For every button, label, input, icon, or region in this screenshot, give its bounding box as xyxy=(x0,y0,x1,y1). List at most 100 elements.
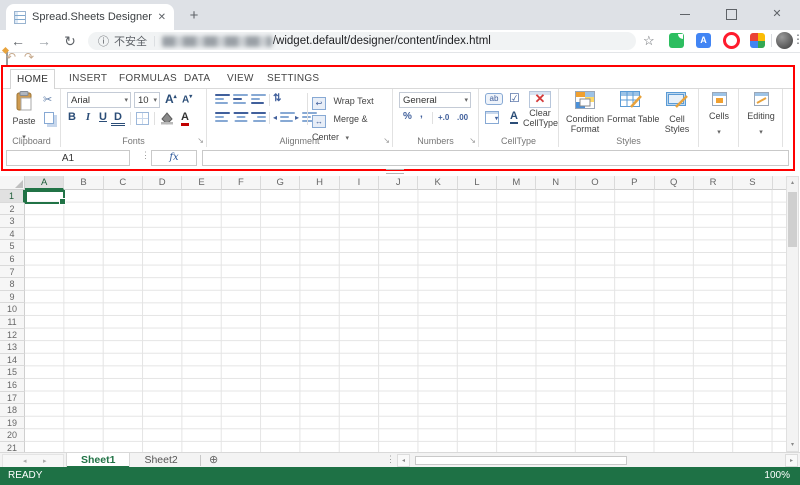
ribbon-tab-data[interactable]: DATA xyxy=(178,69,216,88)
condition-format-button[interactable]: Condition Format xyxy=(563,91,607,134)
row-header-11[interactable]: 11 xyxy=(0,316,25,329)
number-format-select[interactable]: General ▾ xyxy=(399,92,471,108)
hyperlink-celltype-icon[interactable]: A xyxy=(510,110,518,124)
decrease-decimal-button[interactable]: .00 xyxy=(457,113,468,122)
bookmark-star-icon[interactable]: ☆ xyxy=(643,33,655,49)
sheet-tab-sheet2[interactable]: Sheet2 xyxy=(130,453,191,468)
column-header-H[interactable]: H xyxy=(300,176,339,190)
fill-handle[interactable] xyxy=(59,198,66,205)
sheetbar-splitter-icon[interactable]: ⋮ xyxy=(386,454,395,465)
combobox-celltype-icon[interactable]: ▾ xyxy=(485,111,499,124)
ribbon-tab-home[interactable]: HOME xyxy=(10,69,55,89)
ribbon-tab-settings[interactable]: SETTINGS xyxy=(261,69,325,88)
redo-button[interactable]: ↷ xyxy=(24,51,34,63)
row-header-18[interactable]: 18 xyxy=(0,404,25,417)
vertical-scrollbar[interactable]: ▴ ▾ xyxy=(786,176,799,452)
select-all-corner[interactable] xyxy=(0,176,25,190)
ribbon-tab-view[interactable]: VIEW xyxy=(221,69,260,88)
column-header-I[interactable]: I xyxy=(340,176,379,190)
column-header-M[interactable]: M xyxy=(497,176,536,190)
new-tab-button[interactable]: + xyxy=(186,7,202,24)
underline-button[interactable]: U xyxy=(96,111,110,123)
scroll-down-icon[interactable]: ▾ xyxy=(787,439,798,451)
row-header-6[interactable]: 6 xyxy=(0,253,25,266)
reload-button[interactable]: ↻ xyxy=(60,31,80,51)
comma-style-button[interactable]: , xyxy=(420,109,423,120)
window-minimize-button[interactable] xyxy=(662,0,708,28)
row-header-3[interactable]: 3 xyxy=(0,215,25,228)
scroll-up-icon[interactable]: ▴ xyxy=(787,177,798,189)
column-header-L[interactable]: L xyxy=(458,176,497,190)
percent-style-button[interactable]: % xyxy=(403,111,412,122)
increase-decimal-button[interactable]: +.0 xyxy=(438,113,449,122)
row-header-2[interactable]: 2 xyxy=(0,203,25,216)
decrease-font-button[interactable]: A▾ xyxy=(182,93,192,105)
fonts-dialog-launcher-icon[interactable]: ↘ xyxy=(197,136,204,145)
alignment-dialog-launcher-icon[interactable]: ↘ xyxy=(383,136,390,145)
row-header-5[interactable]: 5 xyxy=(0,240,25,253)
row-header-15[interactable]: 15 xyxy=(0,366,25,379)
column-header-T[interactable]: T xyxy=(773,176,786,190)
editing-button[interactable]: Editing ▾ xyxy=(739,92,783,139)
italic-button[interactable]: I xyxy=(81,111,95,123)
sheet-tab-sheet1[interactable]: Sheet1 xyxy=(66,453,130,468)
add-sheet-button[interactable]: ⊕ xyxy=(209,453,218,468)
column-header-A[interactable]: A xyxy=(25,176,64,190)
address-bar[interactable]: ⓘ 不安全 | /widget.default/designer/content… xyxy=(88,32,636,50)
font-size-select[interactable]: 10 ▾ xyxy=(134,92,160,108)
row-header-21[interactable]: 21 xyxy=(0,442,25,452)
row-header-16[interactable]: 16 xyxy=(0,379,25,392)
row-header-14[interactable]: 14 xyxy=(0,354,25,367)
row-header-4[interactable]: 4 xyxy=(0,228,25,241)
row-header-17[interactable]: 17 xyxy=(0,392,25,405)
format-table-button[interactable]: Format Table xyxy=(607,91,655,124)
cells-button[interactable]: Cells ▾ xyxy=(699,92,739,139)
row-header-10[interactable]: 10 xyxy=(0,303,25,316)
row-header-1[interactable]: 1 xyxy=(0,190,25,203)
undo-button[interactable]: ↶ xyxy=(6,51,16,63)
cell-styles-button[interactable]: Cell Styles xyxy=(657,91,697,134)
ribbon-tab-insert[interactable]: INSERT xyxy=(63,69,113,88)
align-bottom-button[interactable] xyxy=(251,94,266,105)
fill-color-button[interactable] xyxy=(159,111,174,125)
column-header-B[interactable]: B xyxy=(64,176,103,190)
align-right-button[interactable] xyxy=(251,112,266,123)
row-header-20[interactable]: 20 xyxy=(0,429,25,442)
cut-icon[interactable]: ✂ xyxy=(43,93,52,106)
align-middle-button[interactable] xyxy=(233,94,248,105)
back-button[interactable]: ← xyxy=(8,31,28,51)
info-icon[interactable]: ⓘ xyxy=(98,33,109,49)
row-header-19[interactable]: 19 xyxy=(0,417,25,430)
column-header-D[interactable]: D xyxy=(143,176,182,190)
column-header-F[interactable]: F xyxy=(222,176,261,190)
row-header-7[interactable]: 7 xyxy=(0,266,25,279)
fx-button[interactable]: fx xyxy=(151,150,197,166)
evernote-extension-icon[interactable] xyxy=(669,33,684,48)
text-orientation-button[interactable]: ⇅ xyxy=(273,93,281,104)
column-header-E[interactable]: E xyxy=(182,176,221,190)
ribbon-tab-formulas[interactable]: FORMULAS xyxy=(113,69,183,88)
row-header-9[interactable]: 9 xyxy=(0,291,25,304)
name-box[interactable] xyxy=(6,150,130,166)
align-center-button[interactable] xyxy=(233,112,248,123)
scroll-left-icon[interactable]: ◂ xyxy=(397,454,410,467)
column-header-O[interactable]: O xyxy=(576,176,615,190)
checkbox-celltype-icon[interactable]: ☑ xyxy=(509,91,520,105)
translate-extension-icon[interactable]: A xyxy=(696,33,711,48)
window-close-button[interactable]: ✕ xyxy=(754,0,800,28)
wrap-text-button[interactable]: ↩ Wrap Text xyxy=(312,93,374,111)
profile-avatar[interactable] xyxy=(776,32,793,49)
column-header-J[interactable]: J xyxy=(379,176,418,190)
align-left-button[interactable] xyxy=(215,112,230,123)
button-celltype-icon[interactable]: ab xyxy=(485,93,503,105)
extension-icon[interactable] xyxy=(750,33,765,48)
increase-font-button[interactable]: A▴ xyxy=(165,92,177,106)
name-box-splitter-icon[interactable]: ⋮ xyxy=(141,150,150,161)
align-top-button[interactable] xyxy=(215,94,230,105)
column-header-K[interactable]: K xyxy=(418,176,457,190)
copy-icon[interactable] xyxy=(44,112,54,124)
column-header-S[interactable]: S xyxy=(733,176,772,190)
tab-close-icon[interactable]: ✕ xyxy=(158,12,166,23)
browser-menu-icon[interactable]: ⋮ xyxy=(792,32,800,46)
clear-celltype-button[interactable]: ✕ Clear CellType xyxy=(523,90,557,128)
